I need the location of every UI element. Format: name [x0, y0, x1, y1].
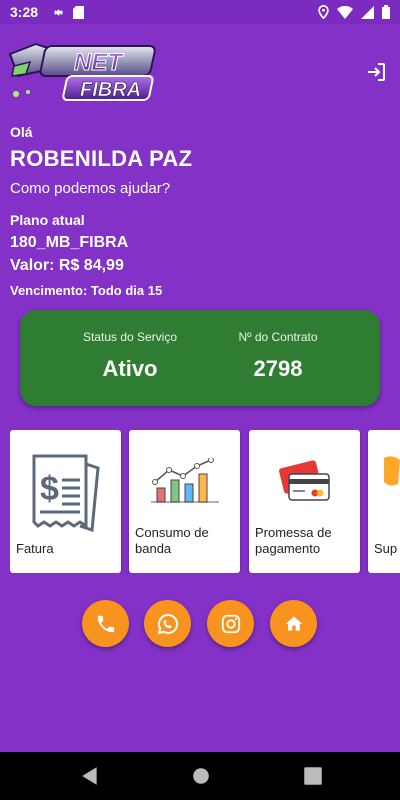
menu-card-suporte[interactable]: Sup	[368, 430, 400, 573]
user-name: ROBENILDA PAZ	[10, 146, 193, 171]
credit-card-icon	[279, 460, 330, 501]
location-icon	[318, 5, 329, 19]
whatsapp-button[interactable]	[144, 600, 191, 647]
greeting-label: Olá	[10, 124, 33, 140]
signal-icon	[361, 5, 374, 19]
menu-card-promessa[interactable]: Promessa de pagamento	[249, 430, 360, 573]
menu-carousel[interactable]: $ Fatura Consumo de banda Promessa de pa…	[10, 430, 400, 573]
invoice-icon: $	[32, 454, 100, 532]
logout-icon	[368, 63, 385, 81]
back-icon[interactable]	[80, 766, 100, 786]
menu-card-label: Consumo de banda	[135, 525, 209, 556]
logo-text-fibra: FIBRA	[80, 79, 141, 101]
menu-card-consumo[interactable]: Consumo de banda	[129, 430, 240, 573]
home-icon	[285, 616, 302, 631]
contact-buttons	[82, 600, 322, 648]
service-status-card: Status do Serviço Ativo Nº do Contrato 2…	[20, 310, 380, 406]
svg-text:$: $	[40, 470, 59, 508]
help-text: Como podemos ajudar?	[10, 180, 171, 197]
home-button[interactable]	[270, 600, 317, 647]
instagram-icon	[221, 614, 240, 633]
support-icon	[384, 456, 400, 486]
menu-card-fatura[interactable]: $ Fatura	[10, 430, 121, 573]
phone-button[interactable]	[82, 600, 129, 647]
system-nav-bar	[0, 752, 400, 800]
wifi-icon	[337, 5, 353, 19]
plan-label: Plano atual	[10, 212, 85, 228]
menu-card-label: Fatura	[16, 541, 54, 556]
sd-card-icon	[73, 5, 85, 19]
status-time: 3:28	[10, 4, 39, 20]
phone-icon	[97, 615, 114, 632]
menu-card-label: Promessa de pagamento	[255, 525, 332, 556]
contract-number-value: 2798	[253, 356, 303, 381]
whatsapp-icon	[157, 613, 178, 634]
contract-number-label: Nº do Contrato	[238, 330, 318, 344]
recents-icon[interactable]	[303, 766, 323, 786]
gear-icon	[53, 9, 64, 15]
battery-icon	[382, 5, 390, 19]
status-bar: 3:28	[0, 0, 400, 24]
logout-button[interactable]	[364, 60, 388, 84]
plan-name: 180_MB_FIBRA	[10, 234, 129, 251]
plan-value: Valor: R$ 84,99	[10, 257, 124, 274]
instagram-button[interactable]	[207, 600, 254, 647]
brand-logo: NET FIBRA	[6, 36, 164, 108]
contract-number-column: Nº do Contrato 2798	[188, 330, 368, 382]
bandwidth-chart-icon	[151, 458, 219, 503]
logo-text-net: NET	[74, 49, 124, 76]
home-nav-icon[interactable]	[191, 766, 211, 786]
menu-card-label: Sup	[374, 541, 398, 556]
plan-due-date: Vencimento: Todo dia 15	[10, 283, 163, 298]
